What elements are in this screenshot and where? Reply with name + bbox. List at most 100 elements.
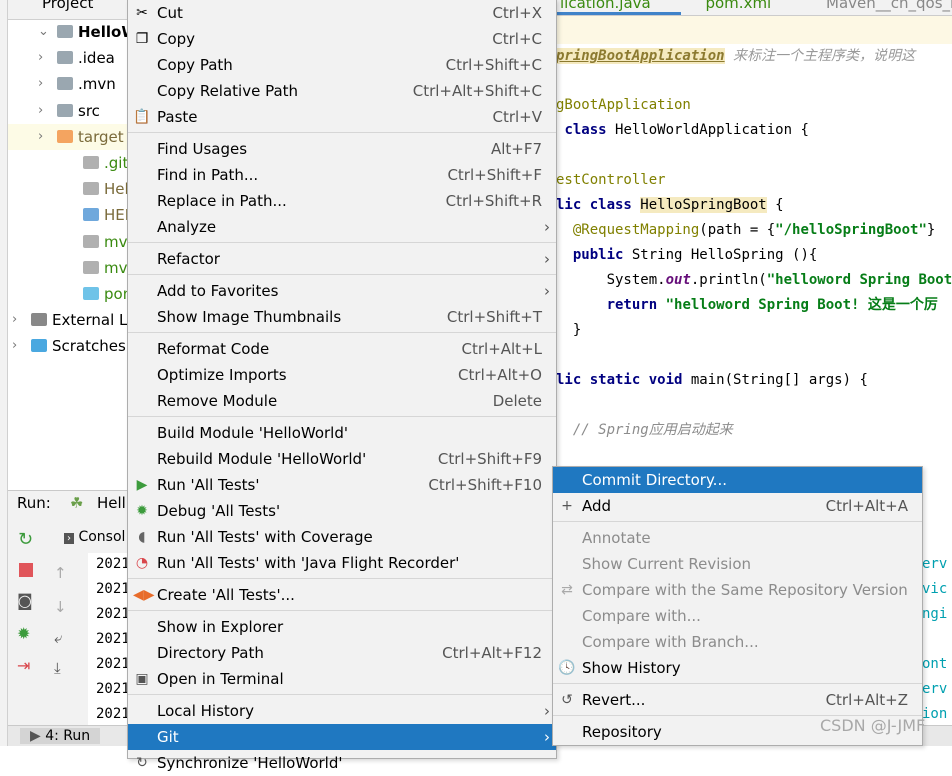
folder-icon — [57, 51, 73, 65]
chevron-right-icon: › — [544, 702, 550, 720]
console-tab[interactable]: › Consol — [64, 529, 125, 545]
menu-item-cut[interactable]: ✂ Cut Ctrl+X — [128, 0, 556, 26]
code-line: } — [556, 322, 582, 338]
tab-application-java[interactable]: lication.java — [556, 0, 681, 15]
tree-item-mvnw[interactable]: mvnw — [8, 229, 149, 255]
menu-item-label: Copy Relative Path — [157, 82, 299, 100]
menu-item-remove-module[interactable]: Remove Module Delete — [128, 388, 556, 414]
tree-item-label: .idea — [78, 49, 115, 68]
tree-item-hellowor[interactable]: ⌄ HelloWor — [8, 19, 155, 45]
tree-item-scratches[interactable]: › Scratches — [8, 333, 138, 359]
menu-item-synchronize-helloworld[interactable]: ↻ Synchronize 'HelloWorld' — [128, 750, 556, 776]
menu-item-build-module-helloworld[interactable]: Build Module 'HelloWorld' — [128, 420, 556, 446]
menu-item-open-in-terminal[interactable]: ▣ Open in Terminal — [128, 666, 556, 692]
console-tab-label: Consol — [78, 529, 126, 545]
menu-item-label: Revert... — [582, 691, 646, 709]
tree-item-pom-x[interactable]: pom.x — [8, 281, 151, 307]
code-line: class HelloWorldApplication { — [564, 122, 809, 138]
shortcut-label: Ctrl+Shift+F — [447, 166, 542, 184]
stop-icon[interactable] — [19, 563, 33, 577]
menu-item-show-history[interactable]: 🕓 Show History — [553, 655, 922, 681]
project-title: Project — [42, 0, 94, 12]
menu-item-label: Run 'All Tests' — [157, 476, 260, 494]
tree-item-gitign[interactable]: .gitign — [8, 150, 152, 176]
chevron-icon[interactable]: › — [12, 333, 22, 359]
scroll-end-icon[interactable]: ⤓ — [54, 659, 61, 677]
menu-item-paste[interactable]: 📋 Paste Ctrl+V — [128, 104, 556, 130]
debug-icon[interactable]: ✹ — [17, 624, 30, 643]
menu-item-label: Add to Favorites — [157, 282, 279, 300]
code-line: return "helloword Spring Boot! 这是一个厉 — [606, 297, 938, 313]
tree-item-src[interactable]: › src — [8, 98, 138, 124]
run-label: Run: — [17, 494, 51, 512]
menu-item-refactor[interactable]: Refactor › — [128, 246, 556, 272]
run-tab[interactable]: Hell — [97, 494, 126, 512]
shortcut-label: Ctrl+Shift+R — [445, 192, 542, 210]
menu-item-add-to-favorites[interactable]: Add to Favorites › — [128, 278, 556, 304]
menu-item-revert[interactable]: ↺ Revert... Ctrl+Alt+Z — [553, 687, 922, 713]
menu-item-reformat-code[interactable]: Reformat Code Ctrl+Alt+L — [128, 336, 556, 362]
menu-item-git[interactable]: Git › — [128, 724, 556, 750]
tab-maven-lib[interactable]: Maven__ch_qos_lo — [806, 0, 952, 12]
tree-item-help[interactable]: HELP. — [8, 202, 145, 228]
shortcut-label: Ctrl+Alt+O — [458, 366, 542, 384]
menu-item-copy[interactable]: ❐ Copy Ctrl+C — [128, 26, 556, 52]
menu-item-show-current-revision: Show Current Revision — [553, 551, 922, 577]
menu-item-label: Paste — [157, 108, 198, 126]
menu-item-label: Open in Terminal — [157, 670, 284, 688]
menu-item-copy-relative-path[interactable]: Copy Relative Path Ctrl+Alt+Shift+C — [128, 78, 556, 104]
up-arrow-icon[interactable]: ↑ — [54, 564, 67, 582]
menu-item-find-usages[interactable]: Find Usages Alt+F7 — [128, 136, 556, 162]
chevron-icon[interactable]: › — [38, 98, 48, 124]
log-row: 2021 — [96, 606, 130, 622]
menu-item-debug-all-tests[interactable]: ✹ Debug 'All Tests' — [128, 498, 556, 524]
camera-icon[interactable]: ◙ — [17, 591, 33, 610]
menu-item-create-all-tests[interactable]: ◀▶ Create 'All Tests'... — [128, 582, 556, 608]
tree-item-target[interactable]: › target — [8, 123, 138, 150]
menu-item-commit-directory[interactable]: Commit Directory... — [553, 467, 922, 493]
run-icon: ▶ — [136, 477, 148, 493]
down-arrow-icon[interactable]: ↓ — [54, 598, 67, 616]
chevron-icon[interactable]: ⌄ — [38, 19, 49, 45]
chevron-right-icon: › — [544, 250, 550, 268]
chevron-icon[interactable]: › — [12, 307, 22, 333]
menu-item-show-in-explorer[interactable]: Show in Explorer — [128, 614, 556, 640]
import-icon[interactable]: ⇥ — [17, 656, 30, 675]
chevron-icon[interactable]: › — [38, 124, 48, 150]
menu-item-run-all-tests-with-coverage[interactable]: ◖ Run 'All Tests' with Coverage — [128, 524, 556, 550]
menu-item-optimize-imports[interactable]: Optimize Imports Ctrl+Alt+O — [128, 362, 556, 388]
tab-pom-xml[interactable]: pom.xml — [685, 0, 801, 12]
chevron-icon[interactable]: › — [38, 45, 48, 71]
tree-item-idea[interactable]: › .idea — [8, 45, 138, 71]
menu-item-replace-in-path[interactable]: Replace in Path... Ctrl+Shift+R — [128, 188, 556, 214]
menu-item-run-all-tests-with-java-flight-recorder[interactable]: ◔ Run 'All Tests' with 'Java Flight Recor… — [128, 550, 556, 576]
menu-item-show-image-thumbnails[interactable]: Show Image Thumbnails Ctrl+Shift+T — [128, 304, 556, 330]
tree-item-mvn[interactable]: › .mvn — [8, 71, 138, 97]
menu-item-analyze[interactable]: Analyze › — [128, 214, 556, 240]
tree-item-label: target — [78, 127, 124, 146]
menu-item-label: Show in Explorer — [157, 618, 284, 636]
menu-item-add[interactable]: + Add Ctrl+Alt+A — [553, 493, 922, 519]
chevron-icon[interactable]: › — [38, 71, 48, 97]
doc-line: pringBootApplication 来标注一个主程序类，说明这 — [556, 44, 915, 69]
shortcut-label: Ctrl+Alt+L — [461, 340, 543, 358]
clock-icon: 🕓 — [558, 660, 576, 676]
menu-item-find-in-path[interactable]: Find in Path... Ctrl+Shift+F — [128, 162, 556, 188]
menu-item-compare-with-the-same-repository-version: ⇄ Compare with the Same Repository Versio… — [553, 577, 922, 603]
menu-item-rebuild-module-helloworld[interactable]: Rebuild Module 'HelloWorld' Ctrl+Shift+F9 — [128, 446, 556, 472]
code-line: @RequestMapping(path = {"/helloSpringBoo… — [572, 222, 936, 238]
project-panel-header[interactable]: Project — [8, 0, 138, 20]
menu-item-directory-path[interactable]: Directory Path Ctrl+Alt+F12 — [128, 640, 556, 666]
tree-item-hellov[interactable]: HelloV — [8, 176, 152, 202]
menu-item-local-history[interactable]: Local History › — [128, 698, 556, 724]
clipboard-icon: 📋 — [133, 109, 151, 125]
tree-item-external-l[interactable]: › External L — [8, 307, 138, 333]
menu-item-copy-path[interactable]: Copy Path Ctrl+Shift+C — [128, 52, 556, 78]
soft-wrap-icon[interactable]: ⤶ — [54, 629, 62, 647]
menu-item-run-all-tests[interactable]: ▶ Run 'All Tests' Ctrl+Shift+F10 — [128, 472, 556, 498]
run-tool-tab[interactable]: ▶ 4: Run — [20, 728, 101, 744]
context-menu: ✂ Cut Ctrl+X ❐ Copy Ctrl+C Copy Path Ctrl+Shift… — [127, 0, 557, 772]
tree-item-label: External L — [52, 311, 128, 330]
tree-item-mvnw[interactable]: mvnw — [8, 255, 149, 281]
rerun-icon[interactable]: ↻ — [18, 529, 33, 550]
